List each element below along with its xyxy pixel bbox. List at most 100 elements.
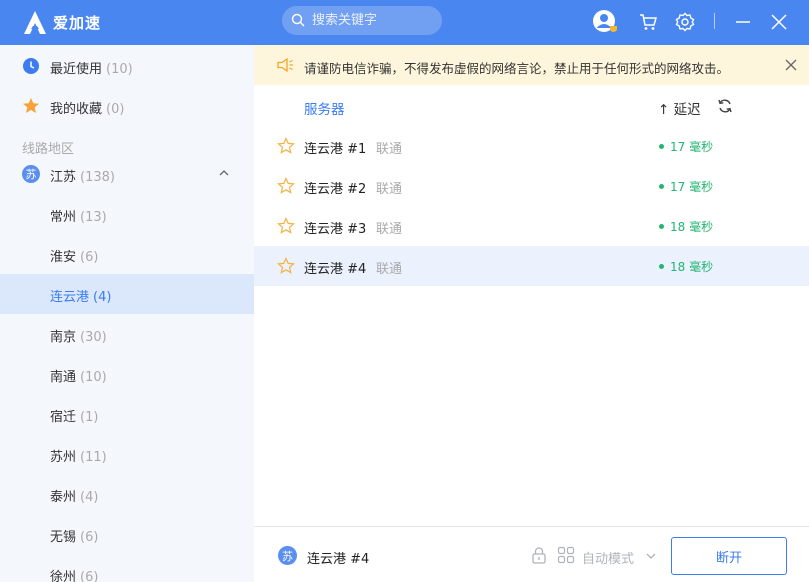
cart-icon	[640, 14, 657, 30]
title-bar: 爱加速	[0, 0, 809, 45]
minimize-icon	[736, 21, 750, 23]
minimize-button[interactable]	[730, 9, 756, 35]
sidebar-item-city[interactable]: 徐州 (6)	[0, 554, 254, 582]
search-icon	[291, 13, 305, 27]
lock-icon[interactable]	[530, 546, 548, 564]
server-isp: 联通	[376, 222, 403, 237]
server-row[interactable]: 连云港 #1 联通 17 毫秒	[254, 126, 809, 166]
latency-dot	[659, 184, 664, 189]
sidebar-item-count: (4)	[80, 490, 99, 505]
settings-button[interactable]	[672, 9, 698, 35]
sidebar-item-count: (6)	[80, 250, 99, 265]
sidebar-item-count: (138)	[80, 170, 115, 185]
mode-select[interactable]: 自动模式	[582, 548, 634, 567]
sidebar-item-count: (6)	[80, 570, 99, 582]
latency-dot	[659, 144, 664, 149]
server-name: 连云港 #2	[304, 182, 367, 197]
server-latency: 17 毫秒	[670, 180, 714, 194]
close-window-button[interactable]	[766, 9, 792, 35]
app-title: 爱加速	[53, 14, 102, 32]
sidebar-item-label: 无锡	[50, 530, 77, 545]
server-row[interactable]: 连云港 #2 联通 17 毫秒	[254, 166, 809, 206]
favorite-star-icon[interactable]	[277, 137, 295, 155]
sidebar-item-label: 南通	[50, 370, 77, 385]
search-input[interactable]	[312, 11, 432, 30]
close-icon	[771, 14, 787, 30]
sidebar-item-city-selected[interactable]: 连云港 (4)	[0, 274, 254, 314]
sidebar-item-city[interactable]: 淮安 (6)	[0, 234, 254, 274]
sidebar-item-city[interactable]: 宿迁 (1)	[0, 394, 254, 434]
sidebar-item-count: (11)	[80, 450, 107, 465]
sidebar-item-city[interactable]: 无锡 (6)	[0, 514, 254, 554]
sidebar-item-favorites[interactable]: 我的收藏 (0)	[0, 86, 254, 126]
sidebar-item-count: (13)	[80, 210, 107, 225]
current-server: 连云港 #4	[307, 552, 370, 567]
column-latency-sort[interactable]: ↑ 延迟	[658, 98, 701, 118]
sidebar-item-city[interactable]: 常州 (13)	[0, 194, 254, 234]
sidebar-item-label: 南京	[50, 330, 77, 345]
sidebar-item-city[interactable]: 苏州 (11)	[0, 434, 254, 474]
current-province-badge: 苏	[278, 546, 297, 565]
sidebar: 最近使用 (10) 我的收藏 (0) 线路地区 苏 江苏 (138) 常州 (13) 淮…	[0, 45, 254, 582]
sidebar-item-recent[interactable]: 最近使用 (10)	[0, 46, 254, 86]
sidebar-item-count: (10)	[106, 62, 133, 77]
sidebar-item-label: 江苏	[50, 170, 77, 185]
sidebar-item-label: 常州	[50, 210, 77, 225]
server-latency: 18 毫秒	[670, 220, 714, 234]
sidebar-item-label: 苏州	[50, 450, 77, 465]
favorite-star-icon[interactable]	[277, 257, 295, 275]
sidebar-item-count: (30)	[80, 330, 107, 345]
sidebar-item-count: (6)	[80, 530, 99, 545]
server-name: 连云港 #3	[304, 222, 367, 237]
sidebar-item-label: 宿迁	[50, 410, 77, 425]
search-box[interactable]	[282, 6, 442, 35]
sidebar-item-label: 我的收藏	[50, 102, 103, 117]
speaker-icon	[277, 57, 293, 73]
province-badge: 苏	[22, 165, 40, 183]
server-row[interactable]: 连云港 #3 联通 18 毫秒	[254, 206, 809, 246]
user-avatar-icon	[593, 10, 617, 32]
cart-button[interactable]	[635, 9, 661, 35]
sidebar-item-province[interactable]: 苏 江苏 (138)	[0, 154, 254, 194]
server-row-active[interactable]: 连云港 #4 联通 18 毫秒	[254, 246, 809, 286]
refresh-icon[interactable]	[717, 98, 733, 114]
close-notice-icon[interactable]	[785, 59, 797, 71]
latency-dot	[659, 264, 664, 269]
sidebar-item-city[interactable]: 泰州 (4)	[0, 474, 254, 514]
notice-banner: 请谨防电信诈骗，不得发布虚假的网络言论，禁止用于任何形式的网络攻击。	[254, 45, 809, 85]
sidebar-item-count: (0)	[106, 102, 125, 117]
sidebar-item-label: 淮安	[50, 250, 77, 265]
server-name: 连云港 #4	[304, 262, 367, 277]
server-isp: 联通	[376, 262, 403, 277]
header-divider	[714, 13, 715, 29]
grid-icon	[557, 546, 575, 564]
latency-dot	[659, 224, 664, 229]
disconnect-button[interactable]: 断开	[671, 537, 787, 575]
sidebar-item-label: 徐州	[50, 570, 77, 582]
server-list-header: 服务器 ↑ 延迟	[254, 85, 809, 127]
favorite-star-icon[interactable]	[277, 217, 295, 235]
server-isp: 联通	[376, 182, 403, 197]
notice-text: 请谨防电信诈骗，不得发布虚假的网络言论，禁止用于任何形式的网络攻击。	[304, 61, 730, 76]
sidebar-item-label: 最近使用	[50, 62, 103, 77]
sidebar-item-count: (4)	[93, 290, 112, 305]
favorite-star-icon[interactable]	[277, 177, 295, 195]
column-server[interactable]: 服务器	[304, 98, 345, 118]
star-icon	[23, 98, 39, 113]
sidebar-item-count: (1)	[80, 410, 99, 425]
clock-icon	[23, 58, 39, 74]
sidebar-item-label: 连云港	[50, 290, 90, 305]
sidebar-item-city[interactable]: 南京 (30)	[0, 314, 254, 354]
gear-icon	[675, 12, 695, 32]
sidebar-item-count: (10)	[80, 370, 107, 385]
connection-bar: 苏 连云港 #4 自动模式 断开	[254, 526, 809, 582]
chevron-down-icon[interactable]	[646, 551, 656, 561]
sidebar-item-city[interactable]: 南通 (10)	[0, 354, 254, 394]
chevron-up-icon[interactable]	[219, 168, 229, 178]
app-logo-icon	[24, 11, 46, 34]
server-latency: 17 毫秒	[670, 140, 714, 154]
server-latency: 18 毫秒	[670, 260, 714, 274]
server-name: 连云港 #1	[304, 142, 367, 157]
user-avatar-button[interactable]	[592, 9, 618, 35]
server-isp: 联通	[376, 142, 403, 157]
